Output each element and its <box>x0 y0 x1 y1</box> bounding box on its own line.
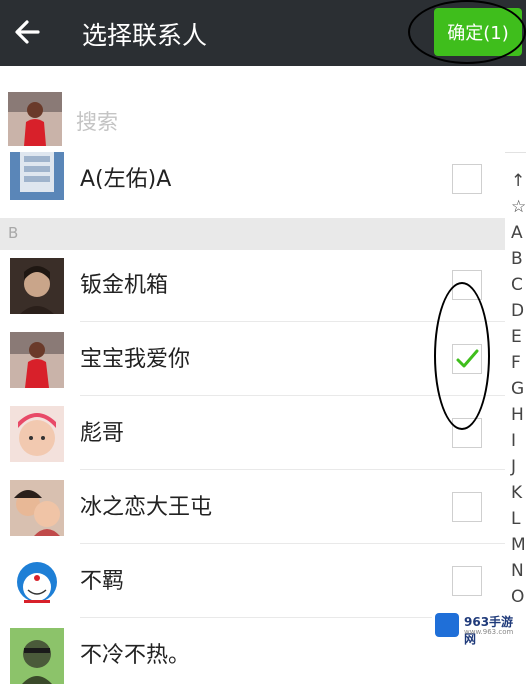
contact-row[interactable]: A(左佑)A <box>0 152 505 224</box>
arrow-left-icon <box>15 20 40 44</box>
contact-row[interactable]: 钣金机箱 <box>0 250 505 322</box>
index-letter[interactable]: J <box>511 454 526 480</box>
contact-name: 不羁 <box>80 569 125 594</box>
contact-row[interactable]: 彪哥 <box>0 398 505 470</box>
index-letter[interactable]: C <box>511 272 526 298</box>
index-letter[interactable]: G <box>511 376 526 402</box>
contact-name: 彪哥 <box>80 421 125 446</box>
search-bar <box>0 66 526 153</box>
index-letter[interactable]: D <box>511 298 526 324</box>
back-button[interactable] <box>10 12 46 52</box>
contact-name: A(左佑)A <box>80 167 172 192</box>
contact-checkbox[interactable] <box>452 418 482 448</box>
contact-avatar <box>10 628 64 684</box>
site-watermark: 963手游网 www.963.com <box>432 610 524 646</box>
index-letter[interactable]: ☆ <box>511 194 526 220</box>
contact-avatar <box>10 258 64 314</box>
contact-avatar <box>10 480 64 536</box>
contact-avatar <box>10 554 64 610</box>
page-title: 选择联系人 <box>82 21 208 50</box>
index-letter[interactable]: E <box>511 324 526 350</box>
index-letter[interactable]: F <box>511 350 526 376</box>
checkmark-icon <box>456 349 479 368</box>
top-bar: 选择联系人 确定(1) <box>0 0 526 66</box>
index-letter[interactable]: O <box>511 584 526 610</box>
contact-row[interactable]: 宝宝我爱你 <box>0 324 505 396</box>
contact-list: A(左佑)A B 钣金机箱 宝宝我爱你 彪哥 冰之恋大王屯 不羁 不冷不热。 <box>0 152 505 685</box>
divider <box>80 395 505 396</box>
watermark-subtext: www.963.com <box>464 628 514 636</box>
contact-name: 冰之恋大王屯 <box>80 495 213 520</box>
index-letter[interactable]: N <box>511 558 526 584</box>
contact-row[interactable]: 冰之恋大王屯 <box>0 472 505 544</box>
index-letter[interactable]: ↑ <box>511 168 526 194</box>
section-header: B <box>0 218 505 250</box>
contact-avatar <box>10 406 64 462</box>
divider <box>80 469 505 470</box>
index-letter[interactable]: L <box>511 506 526 532</box>
index-letter[interactable]: M <box>511 532 526 558</box>
index-letter[interactable]: H <box>511 402 526 428</box>
index-letter[interactable]: I <box>511 428 526 454</box>
contact-avatar <box>10 152 64 200</box>
alphabet-index-bar[interactable]: ↑ ☆ A B C D E F G H I J K L M N O <box>505 162 526 685</box>
divider <box>80 543 505 544</box>
selected-avatar[interactable] <box>8 92 62 146</box>
divider <box>80 321 505 322</box>
index-letter[interactable]: K <box>511 480 526 506</box>
contact-checkbox[interactable] <box>452 492 482 522</box>
contact-checkbox[interactable] <box>452 566 482 596</box>
contact-checkbox-checked[interactable] <box>452 344 482 374</box>
contact-checkbox[interactable] <box>452 270 482 300</box>
watermark-logo-icon <box>435 613 459 637</box>
contact-row[interactable]: 不羁 <box>0 546 505 618</box>
confirm-button[interactable]: 确定(1) <box>434 8 522 56</box>
index-letter[interactable]: A <box>511 220 526 246</box>
search-input[interactable] <box>74 104 498 140</box>
index-letter[interactable]: B <box>511 246 526 272</box>
contact-name: 钣金机箱 <box>80 273 169 298</box>
contact-name: 不冷不热。 <box>80 643 191 668</box>
contact-avatar <box>10 332 64 388</box>
contact-row[interactable]: 不冷不热。 <box>0 620 505 685</box>
contact-name: 宝宝我爱你 <box>80 347 191 372</box>
contact-checkbox[interactable] <box>452 164 482 194</box>
